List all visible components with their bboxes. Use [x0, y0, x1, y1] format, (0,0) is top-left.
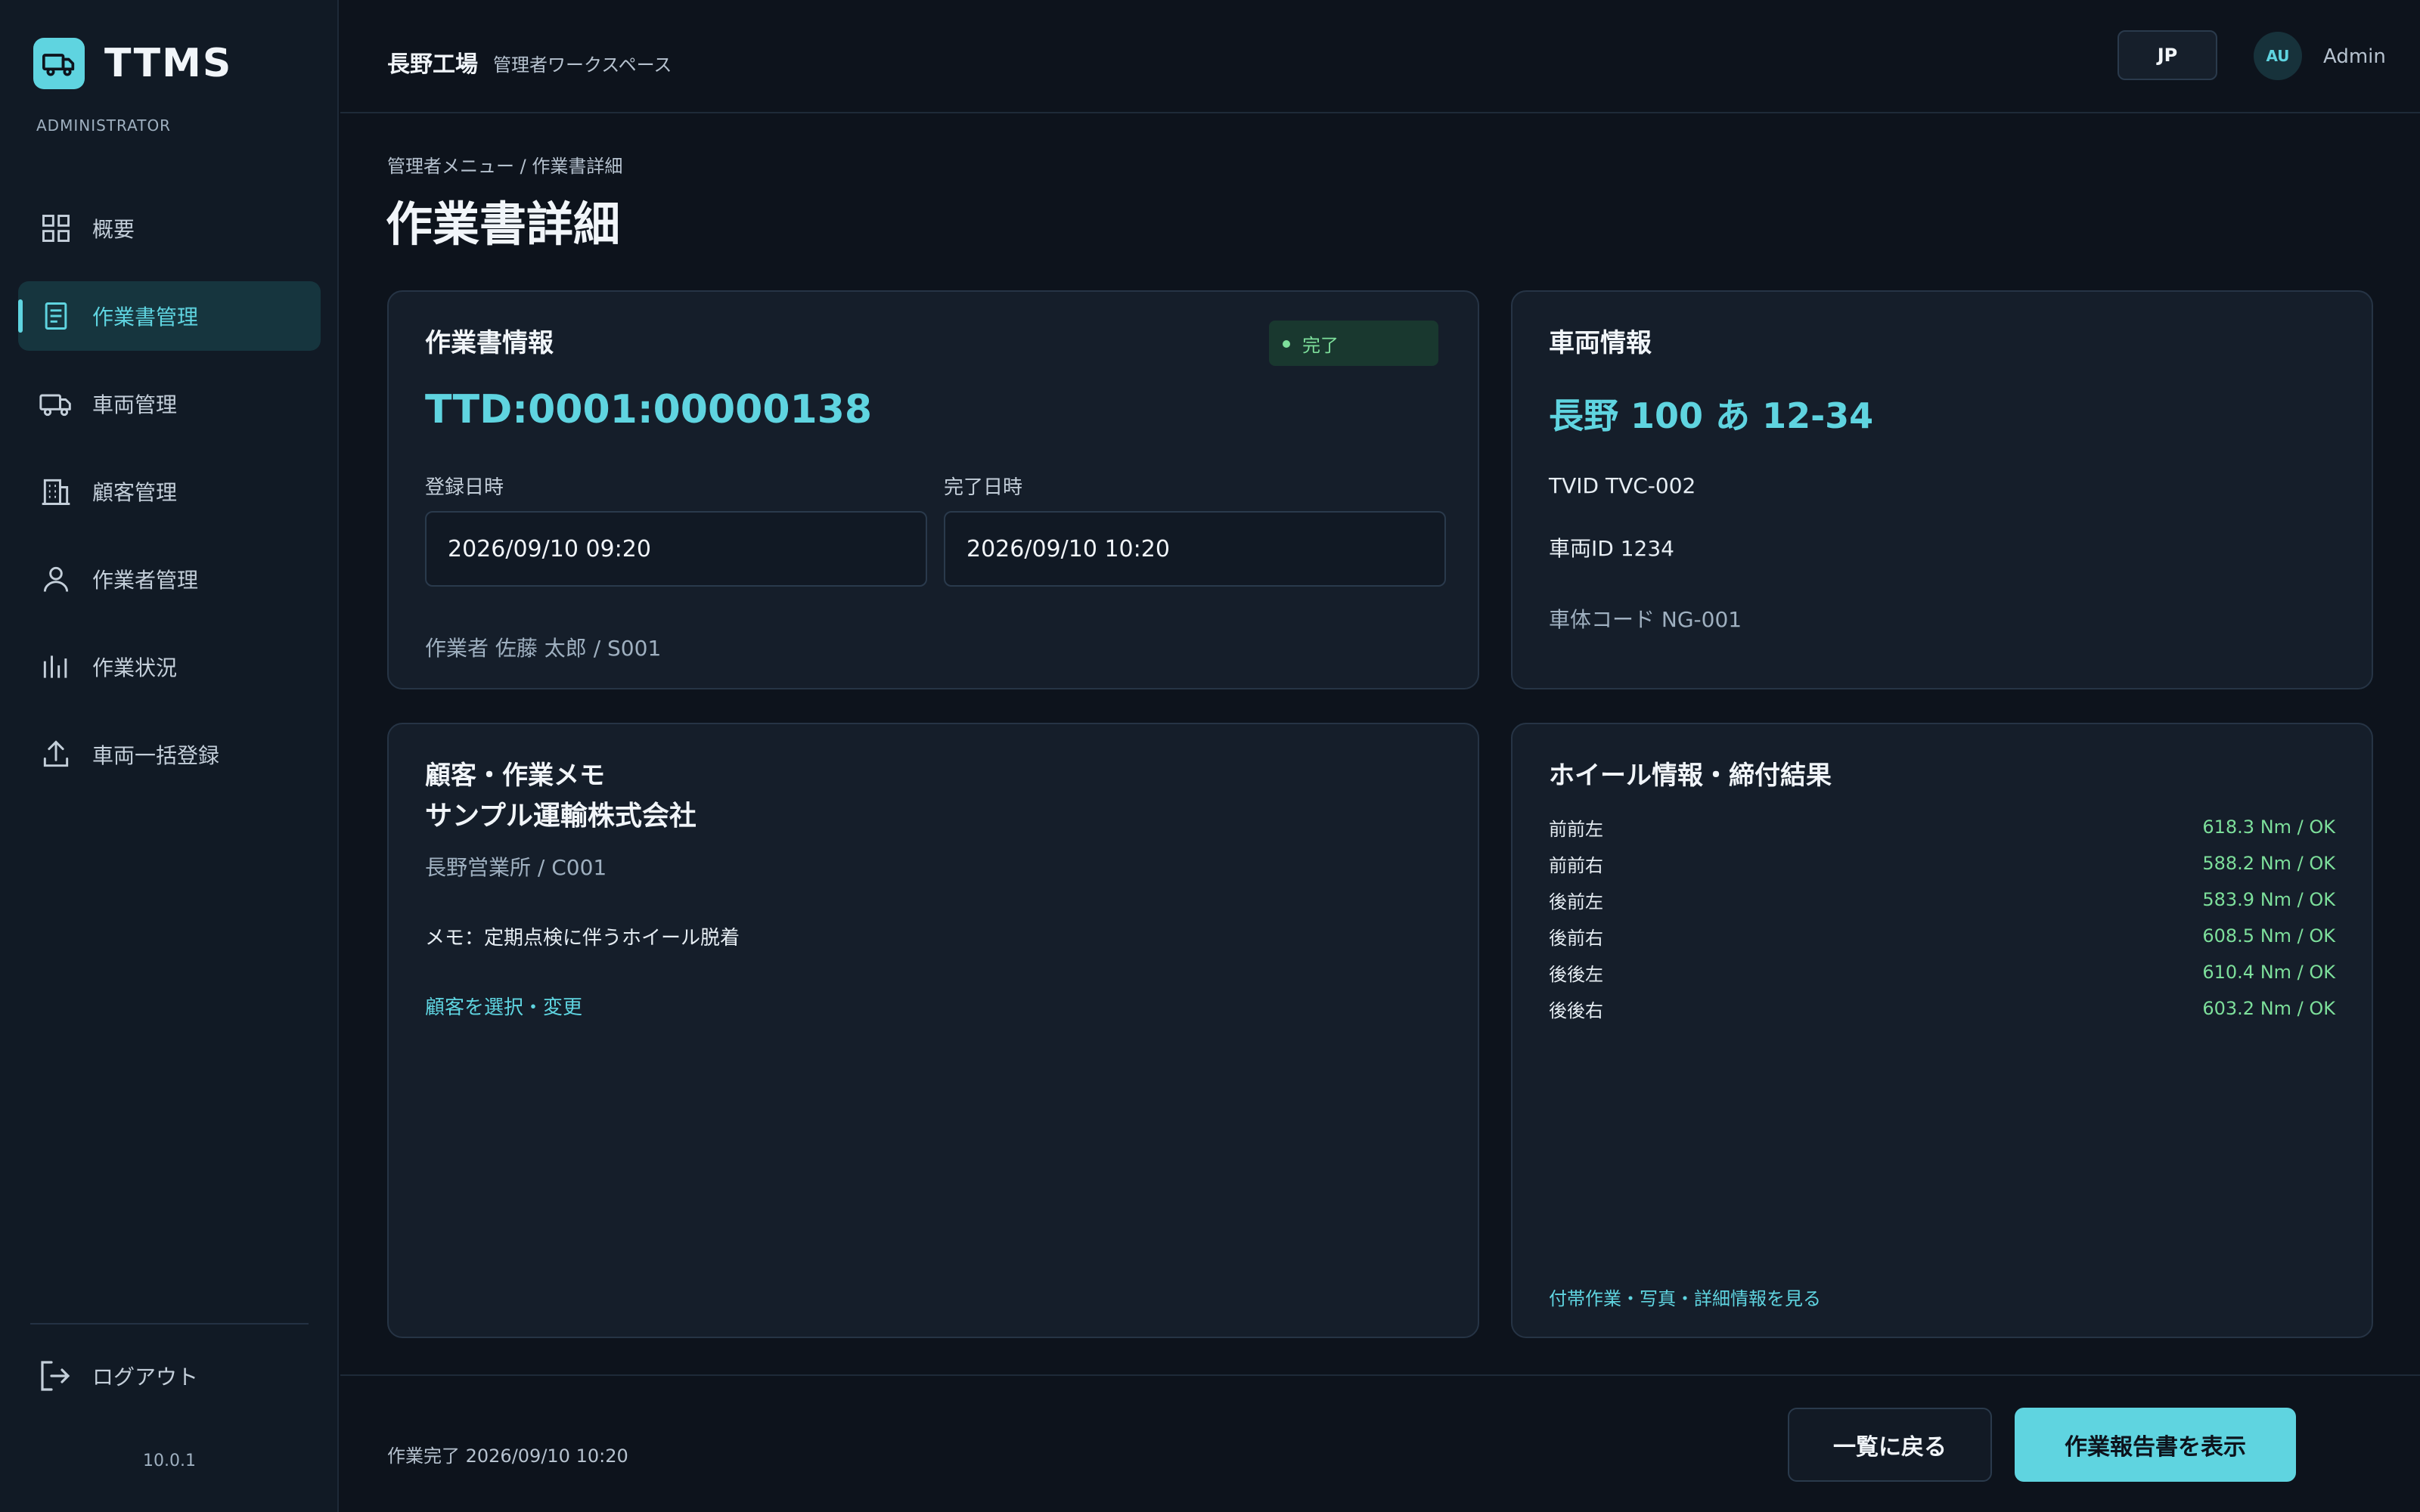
page-title: 作業書詳細 — [386, 197, 621, 252]
workspace-label: 管理者ワークスペース — [493, 54, 672, 76]
top-bar: 長野工場 管理者ワークスペース JP AU Admin — [340, 0, 2420, 113]
torque-result: 610.4 Nm / OK — [2202, 962, 2335, 983]
logout-button[interactable]: ログアウト — [36, 1358, 198, 1394]
sidebar-item-label: 作業者管理 — [92, 568, 199, 593]
completed-datetime-field[interactable]: 2026/09/10 10:20 — [944, 511, 1446, 587]
wheel-row: 後前右 608.5 Nm / OK — [1549, 918, 2335, 954]
license-plate: 長野 100 あ 12-34 — [1549, 395, 1874, 436]
wheel-card: ホイール情報・締付結果 前前左 618.3 Nm / OK 前前右 588.2 … — [1511, 723, 2373, 1338]
change-customer-link[interactable]: 顧客を選択・変更 — [425, 992, 582, 1020]
grid-icon — [42, 215, 70, 242]
wheel-row: 前前右 588.2 Nm / OK — [1549, 845, 2335, 881]
completed-label: 完了日時 — [944, 476, 1023, 499]
vehicle-card: 車両情報 長野 100 あ 12-34 TVID TVC-002 車両ID 12… — [1511, 290, 2373, 689]
sidebar-item-label: 作業書管理 — [92, 305, 199, 330]
sidebar-item-label: 作業状況 — [92, 655, 178, 680]
card-title: 車両情報 — [1549, 328, 1652, 358]
sidebar-item-label: 概要 — [92, 217, 135, 242]
action-footer: 作業完了 2026/09/10 10:20 一覧に戻る 作業報告書を表示 — [340, 1374, 2420, 1512]
wheel-position: 前前右 — [1549, 854, 1603, 876]
torque-result: 588.2 Nm / OK — [2202, 853, 2335, 874]
logout-icon — [41, 1361, 70, 1391]
breadcrumb: 管理者メニュー / 作業書詳細 — [387, 156, 623, 177]
wheel-row: 後後右 603.2 Nm / OK — [1549, 990, 2335, 1027]
user-icon — [43, 566, 69, 592]
wheel-row: 後前左 583.9 Nm / OK — [1549, 881, 2335, 918]
bar-chart-icon — [43, 655, 67, 678]
sidebar-item-label: 顧客管理 — [92, 480, 178, 505]
wheel-list: 前前左 618.3 Nm / OK 前前右 588.2 Nm / OK 後前左 … — [1549, 809, 2335, 1027]
document-icon — [45, 302, 67, 330]
wheel-position: 後後右 — [1549, 999, 1603, 1021]
app-logo[interactable]: TTMS — [33, 38, 232, 89]
sidebar-item-label: 車両管理 — [92, 392, 178, 417]
work-memo: メモ：定期点検に伴うホイール脱着 — [425, 927, 740, 950]
card-title: 顧客・作業メモ — [425, 761, 605, 791]
sidebar-item-overview[interactable]: 概要 — [18, 194, 321, 263]
factory-name: 長野工場 — [387, 51, 478, 78]
truck-icon — [39, 394, 71, 417]
torque-result: 583.9 Nm / OK — [2202, 889, 2335, 910]
sidebar-nav: 概要 作業書管理 車両管理 顧客管理 作業者管理 作業状況 車両一括登録 — [18, 194, 321, 807]
building-icon — [42, 479, 70, 505]
sidebar-divider — [30, 1323, 309, 1325]
work-order-id: TTD:0001:00000138 — [425, 387, 873, 432]
wheel-position: 後前右 — [1549, 927, 1603, 949]
tvid: TVID TVC-002 — [1549, 473, 1696, 498]
torque-result: 618.3 Nm / OK — [2202, 816, 2335, 838]
wheel-row: 前前左 618.3 Nm / OK — [1549, 809, 2335, 845]
wheel-position: 後前左 — [1549, 891, 1603, 912]
customer-name: サンプル運輸株式会社 — [425, 801, 697, 832]
truck-logo-icon — [33, 38, 85, 89]
role-label: ADMINISTRATOR — [36, 116, 172, 135]
customer-card: 顧客・作業メモ サンプル運輸株式会社 長野営業所 / C001 メモ：定期点検に… — [387, 723, 1479, 1338]
torque-result: 603.2 Nm / OK — [2202, 998, 2335, 1019]
worker-info: 作業者 佐藤 太郎 / S001 — [425, 636, 662, 661]
sidebar-item-vehicles[interactable]: 車両管理 — [18, 369, 321, 438]
card-title: 作業書情報 — [425, 328, 554, 358]
wheel-position: 後後左 — [1549, 963, 1603, 985]
logout-label: ログアウト — [92, 1365, 199, 1390]
wheel-row: 後後左 610.4 Nm / OK — [1549, 954, 2335, 990]
sidebar-item-bulk-register[interactable]: 車両一括登録 — [18, 720, 321, 789]
sidebar-item-workers[interactable]: 作業者管理 — [18, 544, 321, 614]
app-name: TTMS — [104, 41, 233, 86]
work-order-card: 作業書情報 完了 TTD:0001:00000138 登録日時 完了日時 202… — [387, 290, 1479, 689]
status-badge: 完了 — [1269, 321, 1438, 366]
show-report-button[interactable]: 作業報告書を表示 — [2015, 1408, 2296, 1482]
completion-status: 作業完了 2026/09/10 10:20 — [387, 1445, 628, 1467]
sidebar-item-label: 車両一括登録 — [92, 743, 220, 768]
upload-icon — [43, 740, 69, 767]
sidebar-item-work-orders[interactable]: 作業書管理 — [18, 281, 321, 351]
card-title: ホイール情報・締付結果 — [1549, 761, 1832, 791]
vehicle-id: 車両ID 1234 — [1549, 536, 1674, 561]
sidebar-item-customers[interactable]: 顧客管理 — [18, 457, 321, 526]
user-name[interactable]: Admin — [2323, 45, 2386, 68]
avatar[interactable]: AU — [2254, 32, 2302, 80]
registered-label: 登録日時 — [425, 476, 504, 499]
body-code: 車体コード NG-001 — [1549, 607, 1742, 632]
registered-datetime-field[interactable]: 2026/09/10 09:20 — [425, 511, 927, 587]
sidebar: TTMS ADMINISTRATOR 概要 作業書管理 車両管理 顧客管理 作業… — [0, 0, 339, 1512]
wheel-position: 前前左 — [1549, 818, 1603, 840]
app-version: 10.0.1 — [143, 1452, 196, 1470]
back-to-list-button[interactable]: 一覧に戻る — [1788, 1408, 1992, 1482]
details-link[interactable]: 付帯作業・写真・詳細情報を見る — [1549, 1284, 1821, 1310]
torque-result: 608.5 Nm / OK — [2202, 925, 2335, 947]
sidebar-item-status[interactable]: 作業状況 — [18, 632, 321, 702]
language-button[interactable]: JP — [2118, 30, 2217, 80]
customer-branch: 長野営業所 / C001 — [425, 855, 607, 880]
